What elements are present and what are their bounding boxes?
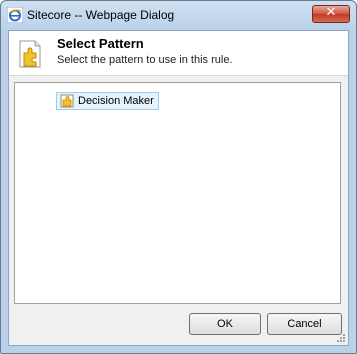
resize-grip-icon[interactable] (336, 333, 346, 343)
internet-explorer-icon (7, 7, 23, 23)
ok-button[interactable]: OK (189, 313, 261, 335)
window-title: Sitecore -- Webpage Dialog (27, 8, 175, 22)
tree-item-decision-maker[interactable]: Decision Maker (56, 92, 159, 110)
close-button[interactable]: ✕ (312, 5, 350, 23)
pattern-tree[interactable]: Decision Maker (14, 82, 341, 304)
dialog-body: Decision Maker OK Cancel (9, 76, 348, 345)
dialog-title: Select Pattern (57, 36, 144, 51)
dialog-header: Select Pattern Select the pattern to use… (9, 31, 348, 76)
persona-icon (60, 94, 74, 108)
dialog-window: Sitecore -- Webpage Dialog ✕ Select Patt… (0, 0, 357, 354)
close-icon: ✕ (325, 5, 337, 20)
pattern-document-icon (19, 40, 41, 68)
dialog-content: Select Pattern Select the pattern to use… (8, 30, 349, 346)
title-bar[interactable]: Sitecore -- Webpage Dialog ✕ (1, 1, 356, 29)
cancel-button[interactable]: Cancel (267, 313, 342, 335)
tree-item-label: Decision Maker (78, 95, 154, 107)
dialog-subtitle: Select the pattern to use in this rule. (57, 54, 233, 66)
